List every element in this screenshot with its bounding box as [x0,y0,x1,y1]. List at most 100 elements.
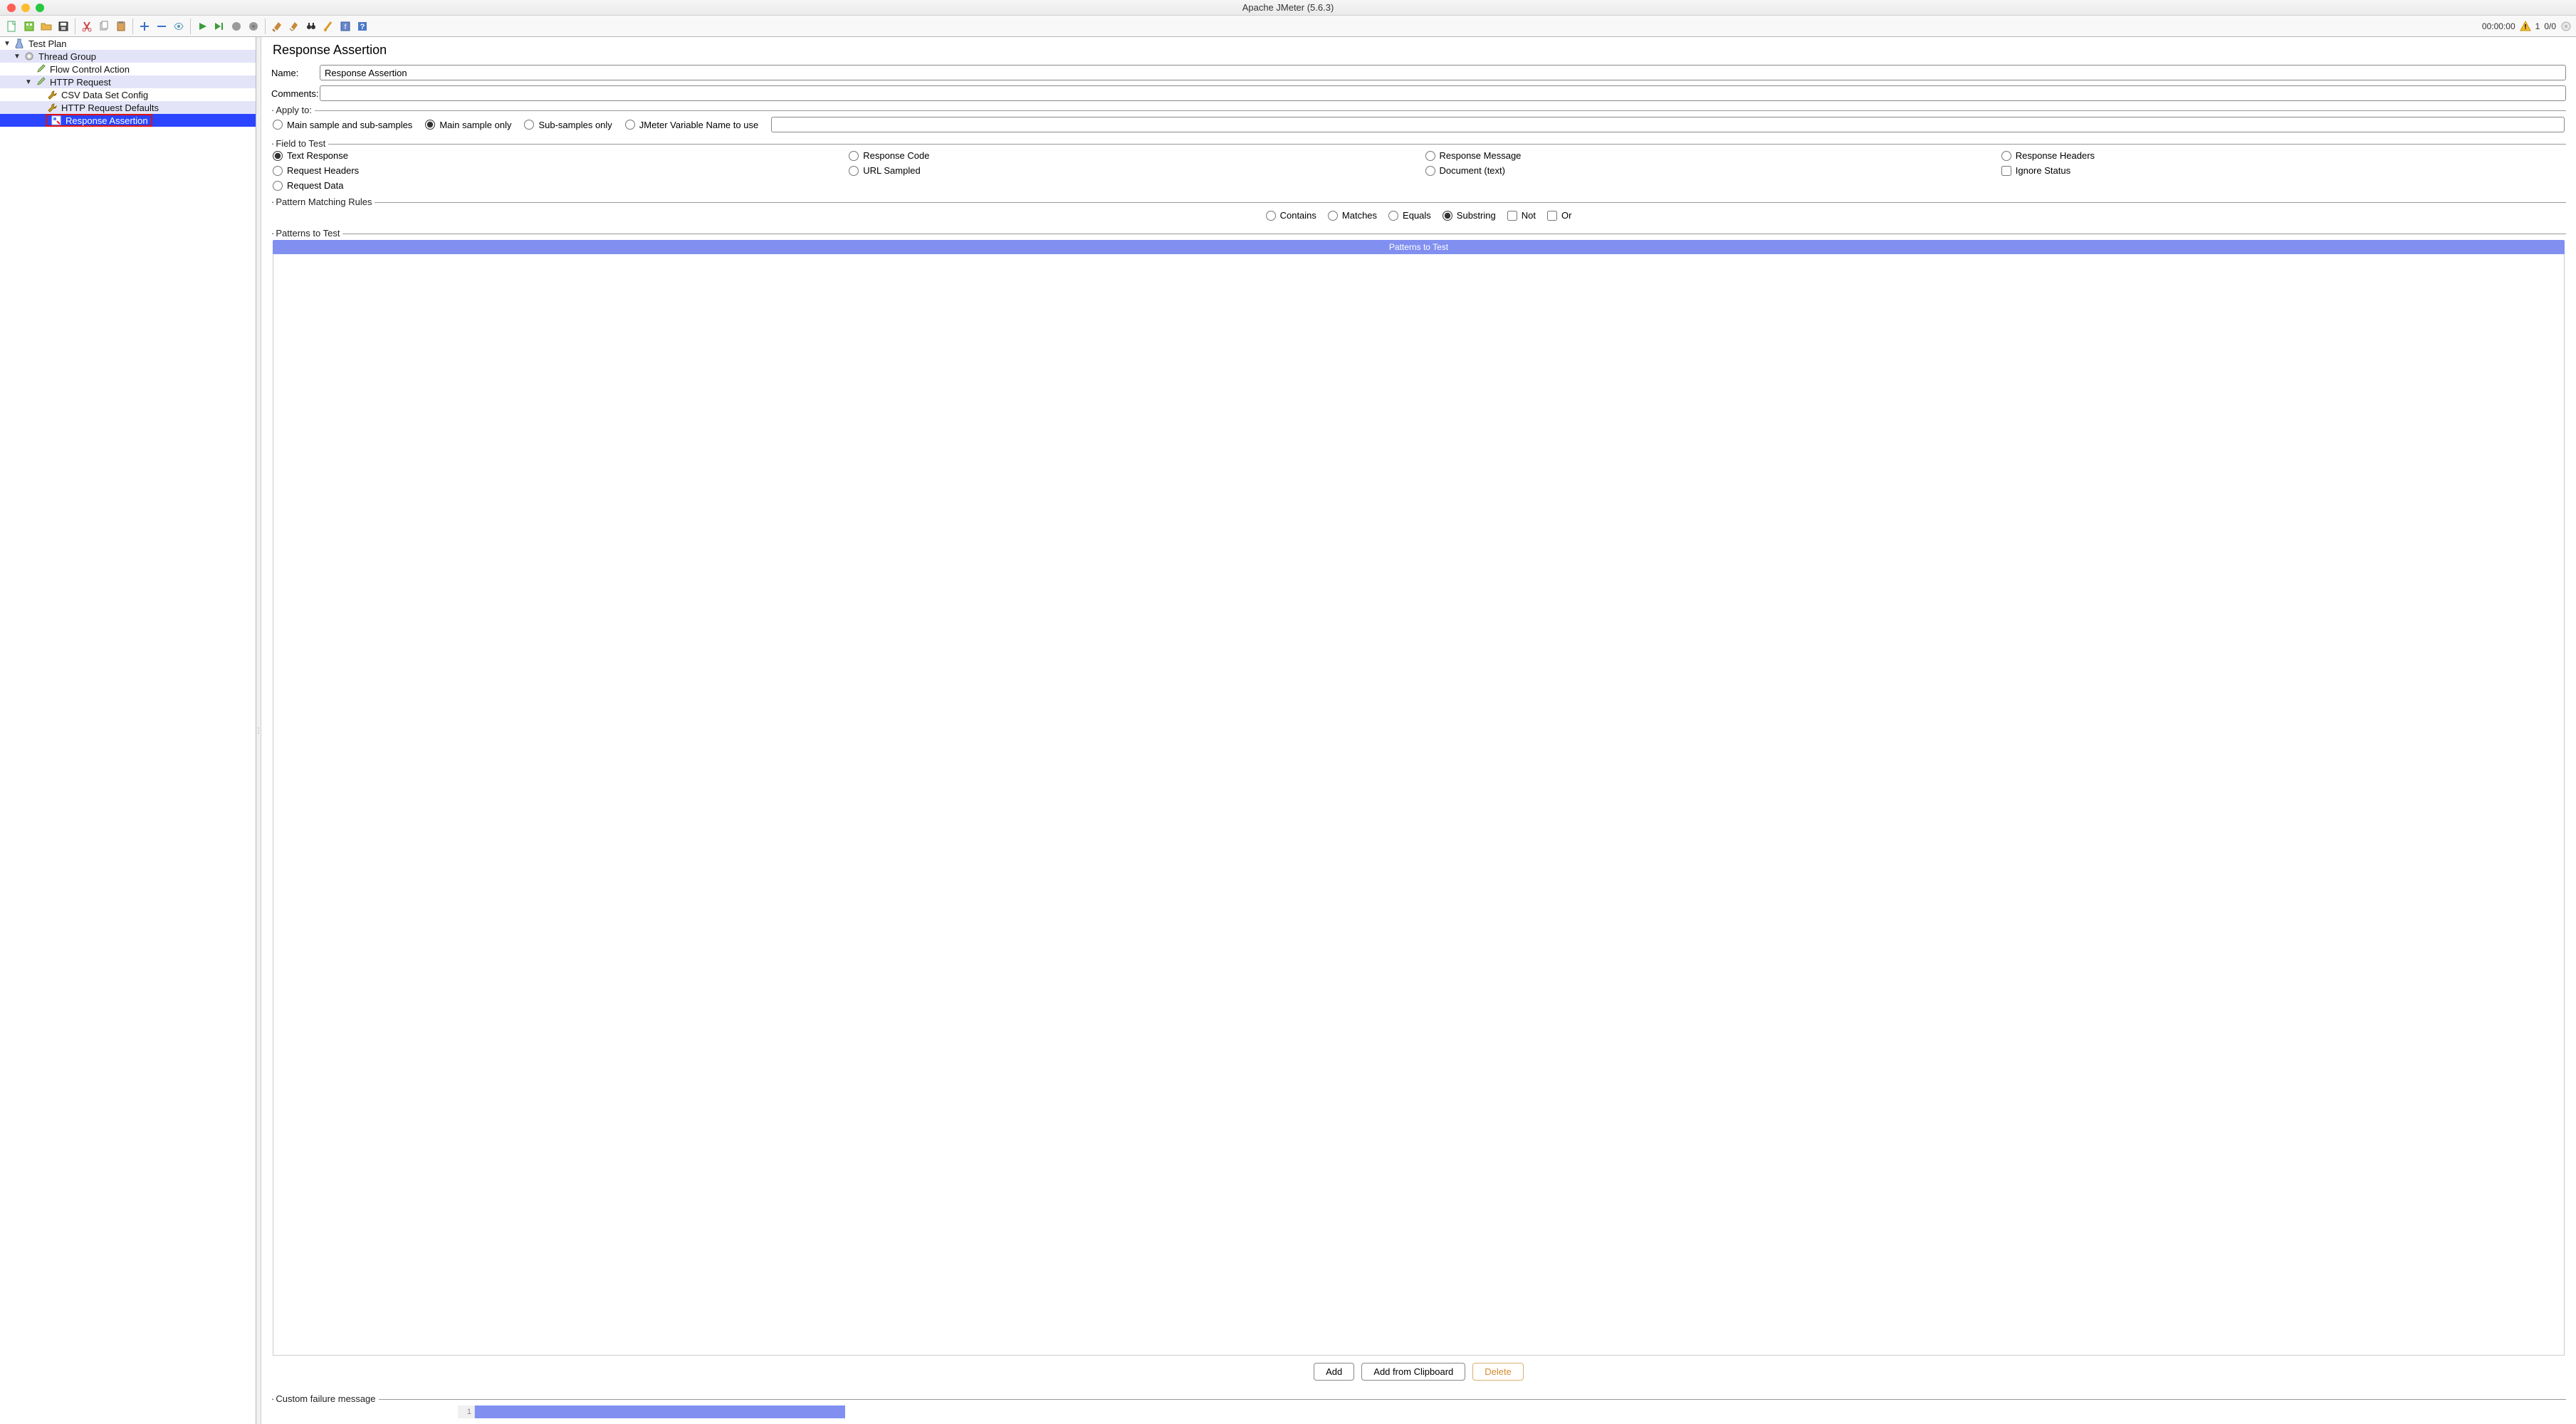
tree-item-http-request[interactable]: ▼ HTTP Request [0,75,256,88]
new-button[interactable] [4,19,20,34]
radio-request-data[interactable]: Request Data [273,180,836,191]
radio-response-headers[interactable]: Response Headers [2001,150,2565,161]
shutdown-button[interactable] [246,19,261,34]
copy-icon [98,21,110,32]
save-button[interactable] [56,19,71,34]
function-helper-button[interactable]: f [337,19,353,34]
apply-to-group: Apply to: Main sample and sub-samples Ma… [271,110,2566,135]
tree-item-label: HTTP Request [50,77,111,88]
tree-item-test-plan[interactable]: ▼ Test Plan [0,37,256,50]
warning-icon[interactable]: ! [2520,21,2531,32]
radio-substring[interactable]: Substring [1443,210,1496,221]
broom-all-icon [288,21,300,32]
window-close-button[interactable] [7,4,16,12]
expand-button[interactable] [137,19,152,34]
wrench-icon [46,90,58,100]
stop-button[interactable] [229,19,244,34]
cut-button[interactable] [79,19,95,34]
patterns-to-test-legend: Patterns to Test [271,228,342,239]
templates-icon [23,21,35,32]
reset-search-button[interactable] [320,19,336,34]
radio-jmeter-var[interactable]: JMeter Variable Name to use [625,120,758,130]
tree-item-label: Response Assertion [66,115,148,126]
name-label: Name: [271,68,320,78]
help-icon: ? [357,21,368,32]
radio-url-sampled[interactable]: URL Sampled [849,165,1412,176]
main-toolbar: f ? 00:00:00 ! 1 0/0 [0,16,2576,37]
flask-icon [13,38,26,48]
svg-text:!: ! [2524,23,2526,31]
radio-sub-only[interactable]: Sub-samples only [524,120,612,130]
svg-text:f: f [345,23,347,31]
toggle-button[interactable] [171,19,187,34]
patterns-table-header: Patterns to Test [273,240,2565,254]
tree-item-thread-group[interactable]: ▼ Thread Group [0,50,256,63]
copy-button[interactable] [96,19,112,34]
play-skip-icon [214,21,225,31]
tree-toggle-icon[interactable]: ▼ [13,53,21,61]
custom-failure-message-input[interactable] [475,1405,2379,1418]
radio-response-code[interactable]: Response Code [849,150,1412,161]
tree-item-csv-config[interactable]: CSV Data Set Config [0,88,256,101]
radio-contains[interactable]: Contains [1266,210,1316,221]
dropper-icon [34,64,47,74]
error-count: 1 [2535,21,2540,31]
window-minimize-button[interactable] [21,4,30,12]
start-no-pause-button[interactable] [211,19,227,34]
elapsed-time: 00:00:00 [2482,21,2515,31]
page-title: Response Assertion [273,43,2566,58]
name-input[interactable] [320,65,2566,80]
checkbox-or[interactable]: Or [1547,210,1571,221]
collapse-button[interactable] [154,19,169,34]
window-title: Apache JMeter (5.6.3) [0,2,2576,13]
add-pattern-button[interactable]: Add [1314,1363,1354,1381]
start-button[interactable] [194,19,210,34]
comments-label: Comments: [271,88,320,99]
assertion-icon [50,115,63,125]
broom-icon [271,21,283,32]
paste-button[interactable] [113,19,129,34]
window-zoom-button[interactable] [36,4,44,12]
radio-text-response[interactable]: Text Response [273,150,836,161]
paste-icon [115,21,127,32]
search-button[interactable] [303,19,319,34]
tree-item-label: HTTP Request Defaults [61,103,159,113]
open-button[interactable] [38,19,54,34]
test-plan-tree[interactable]: ▼ Test Plan ▼ Thread Group Flow Con [0,37,256,1424]
delete-pattern-button[interactable]: Delete [1472,1363,1524,1381]
radio-equals[interactable]: Equals [1388,210,1431,221]
radio-main-and-sub[interactable]: Main sample and sub-samples [273,120,412,130]
templates-button[interactable] [21,19,37,34]
panel-splitter[interactable]: ⋮ [256,37,261,1424]
comments-input[interactable] [320,85,2566,101]
shutdown-icon [248,21,258,31]
tree-item-response-assertion[interactable]: Response Assertion [0,114,256,127]
jmeter-var-input[interactable] [771,117,2565,132]
radio-main-only[interactable]: Main sample only [425,120,511,130]
checkbox-not[interactable]: Not [1507,210,1536,221]
radio-request-headers[interactable]: Request Headers [273,165,836,176]
cut-icon [81,21,93,32]
dropper-icon [34,77,47,87]
patterns-table-body[interactable] [273,254,2565,1356]
patterns-to-test-group: Patterns to Test Patterns to Test Add Ad… [271,234,2566,1391]
tree-toggle-icon[interactable]: ▼ [3,40,11,48]
add-from-clipboard-button[interactable]: Add from Clipboard [1361,1363,1465,1381]
radio-document-text[interactable]: Document (text) [1425,165,1989,176]
tree-item-flow-control[interactable]: Flow Control Action [0,63,256,75]
radio-response-message[interactable]: Response Message [1425,150,1989,161]
clear-all-button[interactable] [286,19,302,34]
window-titlebar: Apache JMeter (5.6.3) [0,0,2576,16]
play-icon [197,21,207,31]
tree-item-label: CSV Data Set Config [61,90,148,100]
checkbox-ignore-status[interactable]: Ignore Status [2001,165,2565,176]
clear-button[interactable] [269,19,285,34]
tree-item-http-defaults[interactable]: HTTP Request Defaults [0,101,256,114]
tree-item-label: Flow Control Action [50,64,130,75]
tree-toggle-icon[interactable]: ▼ [24,78,33,86]
help-button[interactable]: ? [355,19,370,34]
field-to-test-group: Field to Test Text Response Response Cod… [271,144,2566,194]
save-icon [58,21,69,32]
radio-matches[interactable]: Matches [1328,210,1377,221]
folder-open-icon [41,21,52,32]
